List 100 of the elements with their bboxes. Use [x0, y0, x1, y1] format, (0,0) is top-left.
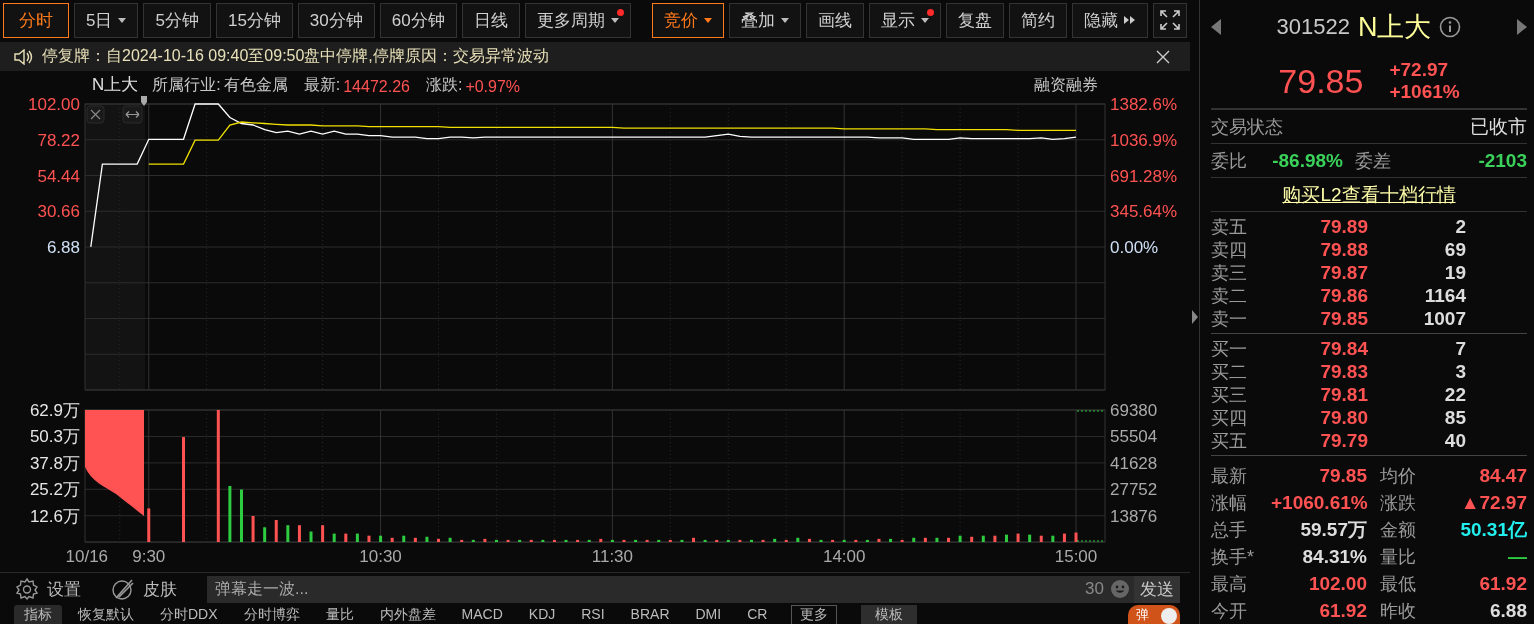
- volume-bar: [552, 539, 556, 542]
- period-tab[interactable]: 5分钟: [143, 2, 211, 38]
- indicator-tab[interactable]: 分时博弈: [233, 605, 310, 624]
- volume-bar: [1051, 535, 1055, 542]
- drag-handle-icon[interactable]: [141, 96, 147, 106]
- level-label: 买二: [1211, 361, 1248, 384]
- stat-label: 昨收: [1380, 599, 1417, 623]
- volume-bar: [668, 539, 672, 542]
- dashed-line: [1076, 410, 1105, 412]
- stat-label: 最高: [1211, 572, 1248, 596]
- volume-bar: [900, 539, 904, 542]
- info-value: 14472.26: [343, 78, 410, 96]
- period-tab[interactable]: 30分钟: [297, 2, 375, 38]
- stat-label: 均价: [1380, 464, 1417, 488]
- stat-value: 84.47: [1478, 464, 1527, 487]
- toolbar-button[interactable]: 竞价: [652, 2, 724, 38]
- toolbar-button[interactable]: 叠加: [729, 2, 801, 38]
- volume-bar: [912, 537, 916, 542]
- level-volume: 1164: [1423, 285, 1466, 307]
- indicator-tab[interactable]: KDJ: [518, 605, 566, 624]
- indicator-tab[interactable]: BRAR: [620, 605, 680, 624]
- last-price: 79.85: [1278, 61, 1364, 101]
- volume-bar: [471, 539, 475, 542]
- period-tab[interactable]: 5日: [74, 2, 139, 38]
- notification-dot: [927, 8, 934, 16]
- template-button[interactable]: 模板: [861, 605, 918, 624]
- indicator-tab[interactable]: CR: [737, 605, 778, 624]
- period-tab[interactable]: 15分钟: [215, 2, 293, 38]
- settings-label[interactable]: 设置: [47, 577, 81, 601]
- indicator-tab[interactable]: 指标: [14, 605, 62, 624]
- volume-bar: [831, 539, 835, 542]
- resize-button[interactable]: [122, 105, 143, 124]
- level-volume: 1007: [1422, 308, 1466, 330]
- stat-value: 59.57万: [1299, 517, 1367, 542]
- volume-bar: [773, 538, 777, 542]
- info-icon[interactable]: [1439, 16, 1462, 38]
- indicator-tab[interactable]: MACD: [451, 605, 513, 624]
- indicator-tab[interactable]: RSI: [571, 605, 615, 624]
- volume-bar: [251, 516, 255, 542]
- indicator-tab[interactable]: 分时DDX: [150, 605, 228, 624]
- l2-link[interactable]: 购买L2查看十档行情: [1282, 181, 1456, 208]
- brush-icon[interactable]: [111, 577, 135, 601]
- ratio-value: -86.98%: [1271, 149, 1343, 172]
- level-price: 79.85: [1319, 308, 1368, 330]
- danmaku-toggle[interactable]: 弹: [1128, 605, 1180, 624]
- axis-label: 10/16: [65, 547, 109, 566]
- volume-bar: [1028, 534, 1032, 542]
- toolbar-button[interactable]: 画线: [806, 2, 864, 38]
- level-price: 79.83: [1319, 361, 1368, 383]
- period-tab[interactable]: 分时: [3, 2, 69, 38]
- caret-icon: [921, 17, 929, 23]
- volume-bar: [1016, 533, 1020, 542]
- volume-bar: [506, 539, 510, 542]
- axis-label: 10:30: [359, 547, 402, 566]
- stat-value: 79.85: [1318, 464, 1367, 487]
- level-volume: 7: [1454, 338, 1466, 360]
- comment-field[interactable]: 弹幕走一波... 30: [207, 575, 1134, 603]
- indicator-tab[interactable]: 量比: [315, 605, 364, 624]
- danmaku-field[interactable]: 弹幕走一波...: [213, 579, 1086, 599]
- volume-bar: [877, 538, 881, 542]
- indicator-tab[interactable]: 恢复默认: [68, 605, 144, 624]
- toolbar-button[interactable]: 简约: [1009, 2, 1067, 38]
- collapse-handle-icon[interactable]: [1191, 310, 1198, 324]
- volume-bar: [564, 539, 568, 542]
- skin-label[interactable]: 皮肤: [143, 577, 177, 601]
- price-change: +72.97: [1389, 59, 1450, 81]
- settings-icon[interactable]: [15, 577, 39, 601]
- hide-button[interactable]: 隐藏: [1072, 2, 1148, 38]
- period-tab[interactable]: 更多周期: [524, 2, 631, 38]
- stat-label: 换手*: [1211, 545, 1255, 569]
- toolbar-button[interactable]: 显示: [869, 2, 941, 38]
- volume-bar: [923, 537, 927, 542]
- volume-bar: [286, 525, 290, 542]
- period-tab[interactable]: 日线: [461, 2, 520, 38]
- stat-value: 84.31%: [1301, 545, 1367, 568]
- level-volume: 3: [1454, 361, 1466, 383]
- close-button[interactable]: [86, 105, 105, 124]
- toolbar-button[interactable]: 复盘: [946, 2, 1004, 38]
- volume-bar: [935, 537, 939, 542]
- axis-label: 11:30: [591, 547, 634, 566]
- fullscreen-button[interactable]: [1153, 2, 1187, 38]
- indicator-tab[interactable]: 内外盘差: [369, 605, 446, 624]
- stat-value: 102.00: [1307, 572, 1367, 595]
- dashed-line: [1076, 540, 1105, 542]
- volume-bar: [726, 539, 730, 542]
- volume-bar: [692, 537, 695, 542]
- axis-label: 69380: [1110, 402, 1158, 420]
- send-button[interactable]: 发送: [1134, 575, 1180, 603]
- caret-icon: [781, 17, 789, 23]
- level-label: 买四: [1211, 407, 1248, 430]
- previous-stock-icon[interactable]: [1211, 18, 1221, 36]
- stock-name: N上大: [92, 74, 139, 96]
- stock-code: 301522: [1276, 14, 1350, 40]
- period-tab[interactable]: 60分钟: [379, 2, 457, 38]
- axis-label: 691.28%: [1110, 166, 1178, 186]
- emoji-icon[interactable]: [1110, 579, 1130, 599]
- indicator-tab[interactable]: DMI: [685, 605, 732, 624]
- more-button[interactable]: 更多: [791, 605, 838, 624]
- next-stock-icon[interactable]: [1517, 18, 1527, 36]
- level-price: 79.81: [1319, 384, 1368, 406]
